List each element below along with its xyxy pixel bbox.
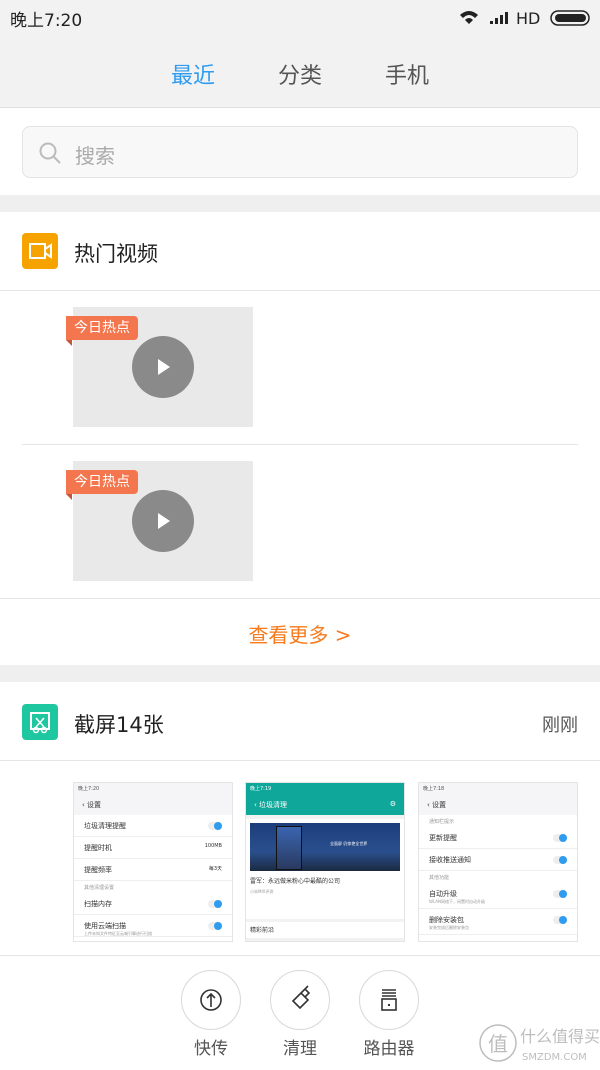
- clean-label: 清理: [283, 1039, 317, 1059]
- thumb-header: ‹ 设置: [419, 795, 577, 815]
- svg-text:什么值得买: 什么值得买: [520, 1027, 600, 1046]
- quick-share-label: 快传: [194, 1039, 228, 1059]
- play-icon[interactable]: [132, 490, 194, 552]
- screenshots-time: 刚刚: [542, 715, 578, 736]
- section-gap: [0, 195, 600, 212]
- thumb-article: 全面屏 仍惊艳全世界 雷军：永远做米粉心中最酷的公司 小米MIX评测: [246, 819, 404, 919]
- thumb-header: ‹ 设置: [74, 795, 232, 815]
- thumb-row: 使用云端扫描 上传未知文件特征至云端引擎进行扫描: [74, 915, 232, 937]
- hot-badge: 今日热点: [66, 470, 138, 500]
- screenshot-icon: [22, 704, 58, 740]
- thumb-row: 接收推送通知: [419, 849, 577, 871]
- watermark-logo: 值什么值得买 SMZDM.COM: [478, 1020, 600, 1070]
- thumb-row: 自动升级 WLAN网络下，闲置时自动升级: [419, 883, 577, 909]
- thumb-section: 其他清理设置: [84, 885, 115, 891]
- play-icon[interactable]: [132, 336, 194, 398]
- tab-recent[interactable]: 最近: [171, 58, 215, 90]
- screenshot-thumbnail[interactable]: 晚上7:18 ‹ 设置 通知栏提示 更新提醒 接收推送通知 其他功能 自动升级 W…: [418, 782, 578, 942]
- thumb-row: 垃圾清理提醒: [74, 815, 232, 837]
- router-button[interactable]: [359, 970, 419, 1030]
- search-input[interactable]: 搜索: [22, 126, 578, 178]
- thumb-row: 删除安装包 安装完成后删除安装包: [419, 909, 577, 935]
- thumb-header-text: 设置: [87, 801, 102, 809]
- hot-videos-title: 热门视频: [74, 242, 158, 266]
- thumb-time: 晚上7:18: [419, 783, 577, 795]
- video-icon: [22, 233, 58, 269]
- screenshots-title: 截屏14张: [74, 713, 164, 737]
- status-icons: HD: [458, 8, 592, 32]
- section-gap: [0, 665, 600, 682]
- divider: [0, 760, 600, 761]
- quick-share-button[interactable]: [181, 970, 241, 1030]
- thumb-section: 通知栏提示: [429, 819, 455, 825]
- tab-category[interactable]: 分类: [278, 58, 322, 90]
- thumb-row: 更新提醒: [419, 827, 577, 849]
- router-icon: [381, 989, 397, 1011]
- divider: [22, 444, 578, 445]
- svg-text:SMZDM.COM: SMZDM.COM: [522, 1052, 587, 1063]
- see-more-link[interactable]: 查看更多 >: [0, 619, 600, 648]
- upload-icon: [200, 989, 222, 1011]
- thumb-section: 其他功能: [429, 875, 450, 881]
- thumb-row: 提醒频率 每3天: [74, 859, 232, 881]
- thumb-header: ‹ 垃圾清理 ⚙: [246, 795, 404, 815]
- search-placeholder: 搜索: [75, 144, 115, 168]
- thumb-row: 提醒时机 100MB: [74, 837, 232, 859]
- thumb-next: 精彩前沿: [246, 922, 404, 938]
- thumb-time: 晚上7:19: [246, 783, 404, 795]
- svg-text:值: 值: [488, 1032, 508, 1056]
- divider: [0, 598, 600, 599]
- wifi-signal-battery-icon: HD: [460, 9, 590, 28]
- screenshot-thumbnail[interactable]: 晚上7:19 ‹ 垃圾清理 ⚙ 全面屏 仍惊艳全世界 雷军：永远做米粉心中最酷的公…: [245, 782, 405, 942]
- tab-phone[interactable]: 手机: [385, 58, 429, 90]
- clean-button[interactable]: [270, 970, 330, 1030]
- thumb-time: 晚上7:20: [74, 783, 232, 795]
- router-label: 路由器: [363, 1039, 415, 1059]
- svg-text:HD: HD: [516, 9, 540, 28]
- hot-badge: 今日热点: [66, 316, 138, 346]
- search-icon: [39, 142, 61, 164]
- screenshot-thumbnail[interactable]: 晚上7:20 ‹ 设置 垃圾清理提醒 提醒时机 100MB 提醒频率 每3天 其他清…: [73, 782, 233, 942]
- brush-icon: [291, 985, 311, 1010]
- thumb-row: 扫描内存: [74, 893, 232, 915]
- status-time: 晚上7:20: [10, 11, 83, 31]
- divider: [0, 290, 600, 291]
- divider: [0, 955, 600, 956]
